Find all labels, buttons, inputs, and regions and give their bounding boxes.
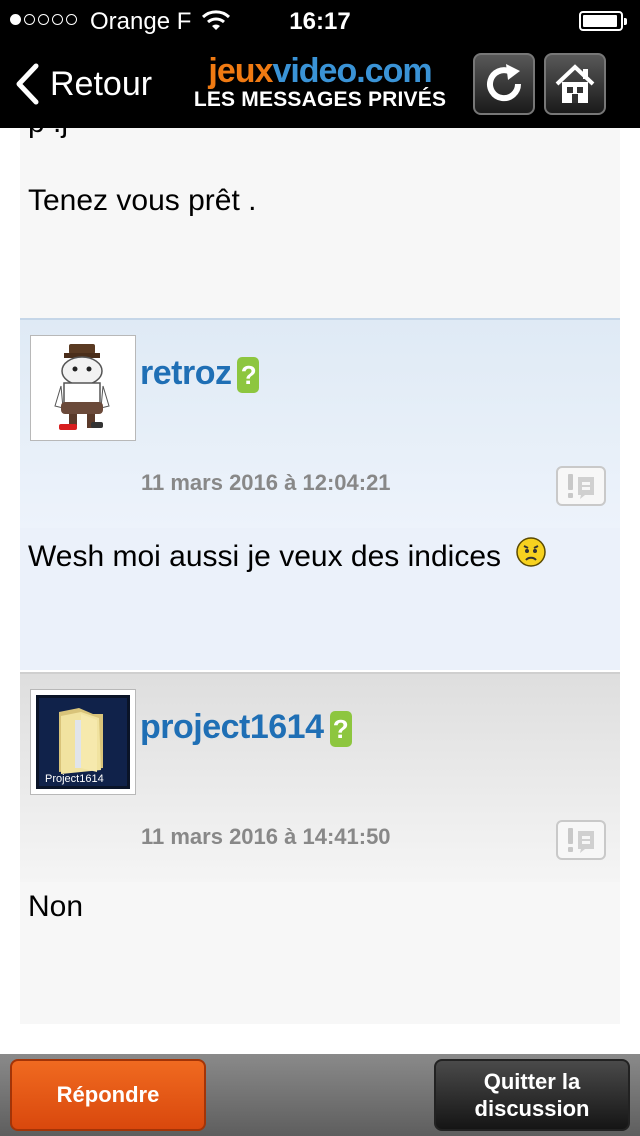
jeuxvideo-logo: jeuxvideo.com LES MESSAGES PRIVÉS <box>190 54 450 112</box>
status-bar: Orange F 16:17 <box>0 0 640 40</box>
quit-label-line-1: Quitter la <box>483 1069 581 1094</box>
sad-smiley-icon <box>516 537 547 567</box>
conversation-content[interactable]: p .j Tenez vous prêt . <box>0 128 640 1054</box>
report-button[interactable] <box>556 466 606 506</box>
username-link[interactable]: retroz? <box>140 354 260 394</box>
battery-icon <box>579 11 627 31</box>
username: project1614 <box>140 708 324 746</box>
logo-subtitle: LES MESSAGES PRIVÉS <box>193 88 447 111</box>
avatar[interactable] <box>30 335 136 441</box>
quit-label-line-2: discussion <box>474 1096 590 1121</box>
alert-report-icon <box>568 828 594 853</box>
previous-message-body: p .j Tenez vous prêt . <box>20 128 620 318</box>
message-header: retroz? 11 mars 2016 à 12:04:21 <box>20 318 620 530</box>
home-icon <box>555 64 595 103</box>
message-text: Tenez vous prêt . <box>28 184 257 217</box>
logo-part-2: video.com <box>272 52 432 90</box>
bottom-action-bar: Répondre Quitter la discussion <box>0 1054 640 1136</box>
report-button[interactable] <box>556 820 606 860</box>
message-text: Wesh moi aussi je veux des indices <box>28 540 501 573</box>
chevron-left-icon <box>16 63 39 105</box>
folder-avatar-icon: Project1614 <box>36 695 130 789</box>
reply-button[interactable]: Répondre <box>10 1059 206 1131</box>
help-badge: ? <box>237 357 260 394</box>
logo-part-1: jeux <box>208 52 273 90</box>
help-badge: ? <box>329 711 352 748</box>
retroz-avatar-icon <box>54 344 110 430</box>
message-header: Project1614 project1614? 11 mars 2016 à … <box>20 672 620 884</box>
clipped-text: p .j <box>28 128 68 140</box>
username-link[interactable]: project1614? <box>140 708 352 748</box>
quit-discussion-button[interactable]: Quitter la discussion <box>434 1059 630 1131</box>
home-button[interactable] <box>544 53 606 115</box>
clock: 16:17 <box>289 8 351 35</box>
message-body: Non <box>20 882 620 1024</box>
message-date: 11 mars 2016 à 12:04:21 <box>141 470 391 495</box>
message-text: Non <box>28 890 84 923</box>
back-button[interactable]: Retour <box>14 60 152 108</box>
alert-report-icon <box>568 474 594 499</box>
refresh-icon <box>487 64 522 102</box>
navigation-bar: Retour jeuxvideo.com LES MESSAGES PRIVÉS <box>0 40 640 128</box>
message-text-line: Wesh moi aussi je veux des indices <box>28 536 547 574</box>
message-date: 11 mars 2016 à 14:41:50 <box>141 824 391 849</box>
avatar-caption: Project1614 <box>45 773 104 785</box>
message-body: Wesh moi aussi je veux des indices <box>20 528 620 670</box>
avatar[interactable]: Project1614 <box>30 689 136 795</box>
back-label: Retour <box>50 64 153 103</box>
refresh-button[interactable] <box>473 53 535 115</box>
username: retroz <box>140 354 232 392</box>
